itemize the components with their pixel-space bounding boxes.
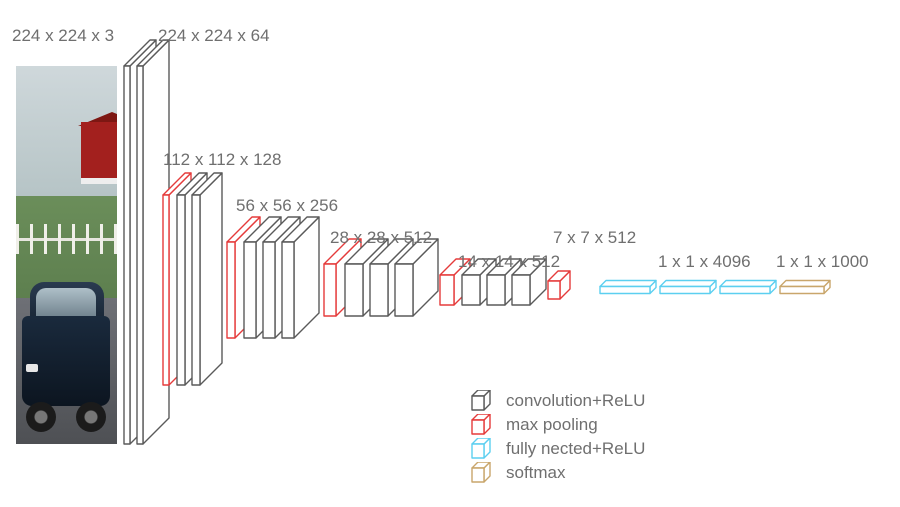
legend-conv-label: convolution+ReLU (506, 391, 645, 411)
legend-softmax-label: softmax (506, 463, 566, 483)
label-fc1000: 1 x 1 x 1000 (776, 252, 869, 272)
diagram-stage: 224 x 224 x 3 224 x 224 x 64 112 x 112 x… (0, 0, 900, 507)
label-block5: 14 x 14 x 512 (458, 252, 560, 272)
legend-fc: fully nected+ReLU (470, 438, 645, 460)
legend-conv: convolution+ReLU (470, 390, 645, 412)
cube-icon (470, 390, 496, 412)
legend-pool-label: max pooling (506, 415, 598, 435)
cube-icon (470, 462, 496, 484)
legend-pool: max pooling (470, 414, 645, 436)
label-input: 224 x 224 x 3 (12, 26, 114, 46)
legend: convolution+ReLU max pooling fully necte… (470, 388, 645, 486)
label-block1: 224 x 224 x 64 (158, 26, 270, 46)
label-block2: 112 x 112 x 128 (163, 150, 281, 170)
legend-fc-label: fully nected+ReLU (506, 439, 645, 459)
label-block4: 28 x 28 x 512 (330, 228, 432, 248)
cube-icon (470, 414, 496, 436)
label-fc4096: 1 x 1 x 4096 (658, 252, 751, 272)
legend-softmax: softmax (470, 462, 645, 484)
architecture-svg (0, 0, 900, 507)
label-block3: 56 x 56 x 256 (236, 196, 338, 216)
cube-icon (470, 438, 496, 460)
label-block6: 7 x 7 x 512 (553, 228, 636, 248)
